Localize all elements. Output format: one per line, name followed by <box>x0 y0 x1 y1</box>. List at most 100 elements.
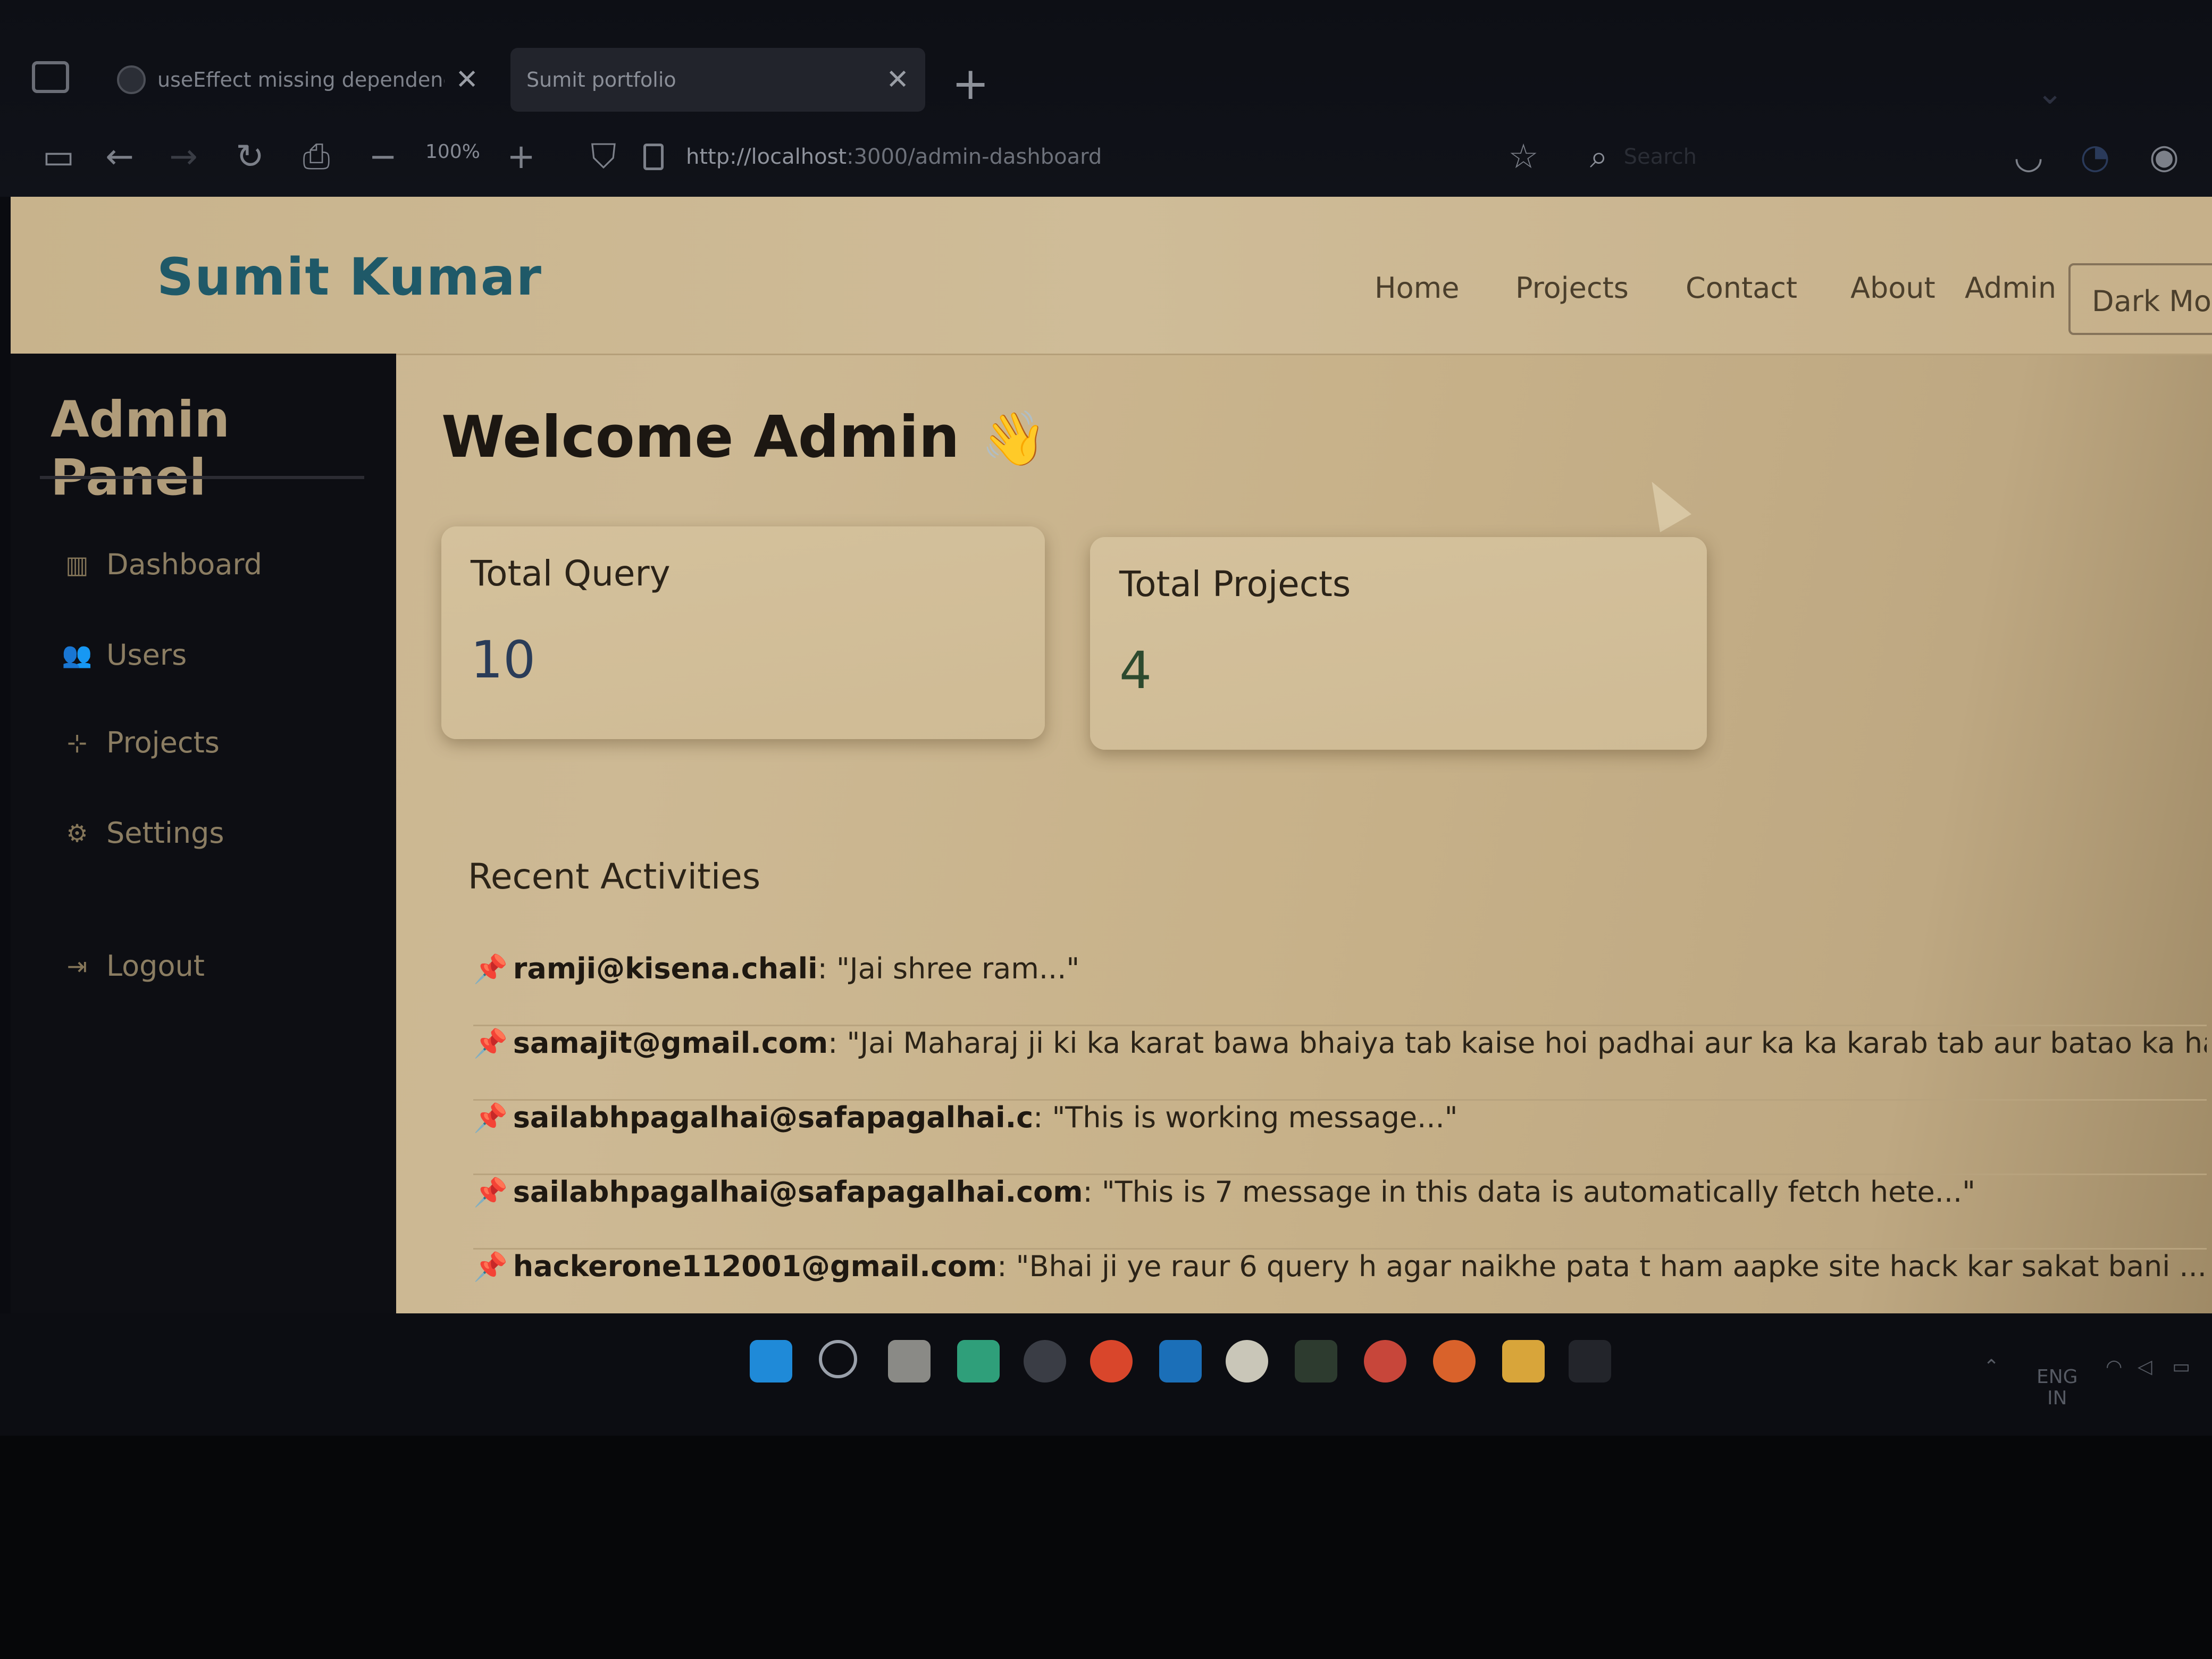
address-bar[interactable]: ⛉ http://localhost :3000/admin-dashboard <box>585 130 1595 183</box>
firefox-icon[interactable] <box>1433 1340 1476 1382</box>
sign-out-icon: ⇥ <box>66 951 88 981</box>
forward-arrow-icon[interactable]: → <box>165 136 202 178</box>
activity-message: : "Jai Maharaj ji ki ka karat bawa bhaiy… <box>828 1026 2207 1060</box>
print-icon[interactable]: ⎙ <box>298 136 335 178</box>
url-host: http://localhost <box>686 145 847 169</box>
task-view-icon[interactable] <box>888 1340 931 1382</box>
search-input[interactable]: ⌕ Search <box>1590 136 1909 178</box>
dark-mode-button[interactable]: Dark Mode <box>2068 263 2212 335</box>
nav-home[interactable]: Home <box>1375 271 1459 305</box>
nav-projects[interactable]: Projects <box>1515 271 1629 305</box>
waving-hand-icon: 👋 <box>981 407 1047 470</box>
sidebar-item-dashboard[interactable]: ▥ Dashboard <box>61 548 262 581</box>
stat-card-total-query: Total Query 10 <box>441 526 1045 739</box>
pocket-icon[interactable]: ◡ <box>2010 136 2047 178</box>
close-icon[interactable]: ✕ <box>886 64 909 96</box>
file-explorer-icon[interactable] <box>1502 1340 1545 1382</box>
stat-card-total-projects: Total Projects 4 <box>1090 537 1707 750</box>
shield-icon[interactable]: ⛉ <box>585 136 622 178</box>
pushpin-icon: 📌 <box>473 1102 508 1134</box>
windows-start-icon[interactable] <box>750 1340 792 1382</box>
lang-line-1: ENG <box>2037 1366 2078 1388</box>
sidebar-item-label: Dashboard <box>106 548 262 581</box>
tab-list-icon[interactable] <box>32 61 69 93</box>
profile-icon[interactable]: ◉ <box>2146 136 2183 178</box>
activity-item: 📌 sailabhpagalhai@safapagalhai.c: "This i… <box>473 1101 2207 1175</box>
zoom-in-icon[interactable]: + <box>502 136 540 178</box>
page-title: Welcome Admin 👋 <box>441 404 1047 471</box>
activity-message: : "This is working message..." <box>1033 1101 1458 1134</box>
site-brand[interactable]: Sumit Kumar <box>157 247 542 307</box>
search-icon: ⌕ <box>1590 138 1608 175</box>
sidebar-toggle-icon[interactable]: ▭ <box>40 136 77 178</box>
nav-about[interactable]: About <box>1850 271 1936 305</box>
activity-message: : "Jai shree ram..." <box>817 952 1080 985</box>
sidebar-item-label: Projects <box>106 726 220 759</box>
os-taskbar: ⌃ ENG IN ◠ ◁ ▭ <box>0 1313 2212 1436</box>
bookmark-star-icon[interactable]: ☆ <box>1505 136 1542 178</box>
github-icon[interactable] <box>1024 1340 1066 1382</box>
chevron-up-icon[interactable]: ⌃ <box>1983 1356 1999 1378</box>
tab-useeffect[interactable]: useEffect missing dependency fix ✕ <box>101 48 495 112</box>
sidebar-item-users[interactable]: 👥 Users <box>61 638 187 672</box>
sidebar-title: Admin Panel <box>51 391 230 507</box>
back-arrow-icon[interactable]: ← <box>101 136 138 178</box>
chart-bar-icon: ▥ <box>65 550 89 579</box>
new-tab-button[interactable]: + <box>952 57 989 110</box>
url-path: :3000/admin-dashboard <box>847 145 1102 169</box>
tab-bar: useEffect missing dependency fix ✕ Sumit… <box>0 32 2212 122</box>
page-viewport: Sumit Kumar Home Projects Contact About … <box>11 197 2212 1313</box>
account-sync-icon[interactable]: ◔ <box>2076 136 2114 178</box>
sidebar-item-settings[interactable]: ⚙ Settings <box>61 816 224 850</box>
search-icon[interactable] <box>819 1340 857 1378</box>
language-indicator[interactable]: ENG IN <box>2037 1367 2078 1409</box>
recent-activities-title: Recent Activities <box>468 856 761 897</box>
pushpin-icon: 📌 <box>473 1177 508 1209</box>
vscode-icon[interactable] <box>1159 1340 1202 1382</box>
activity-item: 📌 ramji@kisena.chali: "Jai shree ram..." <box>473 952 2207 1026</box>
calculator-icon[interactable] <box>1295 1340 1337 1382</box>
cogs-icon: ⚙ <box>66 818 88 848</box>
activity-email: samajit@gmail.com <box>513 1026 828 1060</box>
admin-sidebar: Admin Panel ▥ Dashboard 👥 Users ⊹ Projec… <box>11 354 396 1313</box>
activity-email: sailabhpagalhai@safapagalhai.com <box>513 1175 1083 1209</box>
welcome-text: Welcome Admin <box>441 404 960 471</box>
nav-contact[interactable]: Contact <box>1686 271 1797 305</box>
activity-email: ramji@kisena.chali <box>513 952 818 985</box>
search-placeholder: Search <box>1623 145 1697 169</box>
card-value: 10 <box>471 630 536 690</box>
lang-line-2: IN <box>2047 1387 2067 1409</box>
reload-icon[interactable]: ↻ <box>231 136 269 178</box>
sidebar-item-projects[interactable]: ⊹ Projects <box>61 726 220 759</box>
battery-icon[interactable]: ▭ <box>2172 1356 2190 1378</box>
tab-title: useEffect missing dependency fix <box>157 68 445 91</box>
copilot-icon[interactable] <box>957 1340 1000 1382</box>
tab-sumit-portfolio[interactable]: Sumit portfolio ✕ <box>510 48 925 112</box>
favicon-icon <box>117 65 146 94</box>
wifi-icon[interactable]: ◠ <box>2106 1356 2122 1378</box>
activity-item: 📌 samajit@gmail.com: "Jai Maharaj ji ki k… <box>473 1026 2207 1101</box>
browser-chrome: useEffect missing dependency fix ✕ Sumit… <box>0 0 2212 197</box>
mouse-cursor-icon <box>1636 473 1691 532</box>
sidebar-item-logout[interactable]: ⇥ Logout <box>61 949 205 983</box>
users-icon: 👥 <box>62 640 93 669</box>
sidebar-item-label: Users <box>106 638 187 672</box>
volume-muted-icon[interactable]: ◁ <box>2138 1356 2152 1378</box>
site-header: Sumit Kumar Home Projects Contact About … <box>11 197 2212 355</box>
close-icon[interactable]: ✕ <box>455 64 479 96</box>
tab-title: Sumit portfolio <box>526 68 676 91</box>
zoom-out-icon[interactable]: − <box>364 136 401 178</box>
card-value: 4 <box>1119 641 1152 700</box>
pushpin-icon: 📌 <box>473 953 508 985</box>
activity-email: hackerone112001@gmail.com <box>513 1250 998 1283</box>
nav-admin[interactable]: Admin <box>1965 271 2056 305</box>
postman-icon[interactable] <box>1090 1340 1133 1382</box>
chrome-icon[interactable] <box>1364 1340 1406 1382</box>
activity-item: 📌 hackerone112001@gmail.com: "Bhai ji ye … <box>473 1250 2207 1313</box>
activity-item: 📌 sailabhpagalhai@safapagalhai.com: "This… <box>473 1175 2207 1250</box>
chevron-down-icon[interactable]: ⌄ <box>2037 74 2063 112</box>
terminal-icon[interactable] <box>1569 1340 1611 1382</box>
zoom-level[interactable]: 100% <box>425 141 480 163</box>
nav-toolbar: ▭ ← → ↻ ⎙ − 100% + ⛉ http://localhost :3… <box>0 125 2212 194</box>
mongodb-compass-icon[interactable] <box>1226 1340 1268 1382</box>
